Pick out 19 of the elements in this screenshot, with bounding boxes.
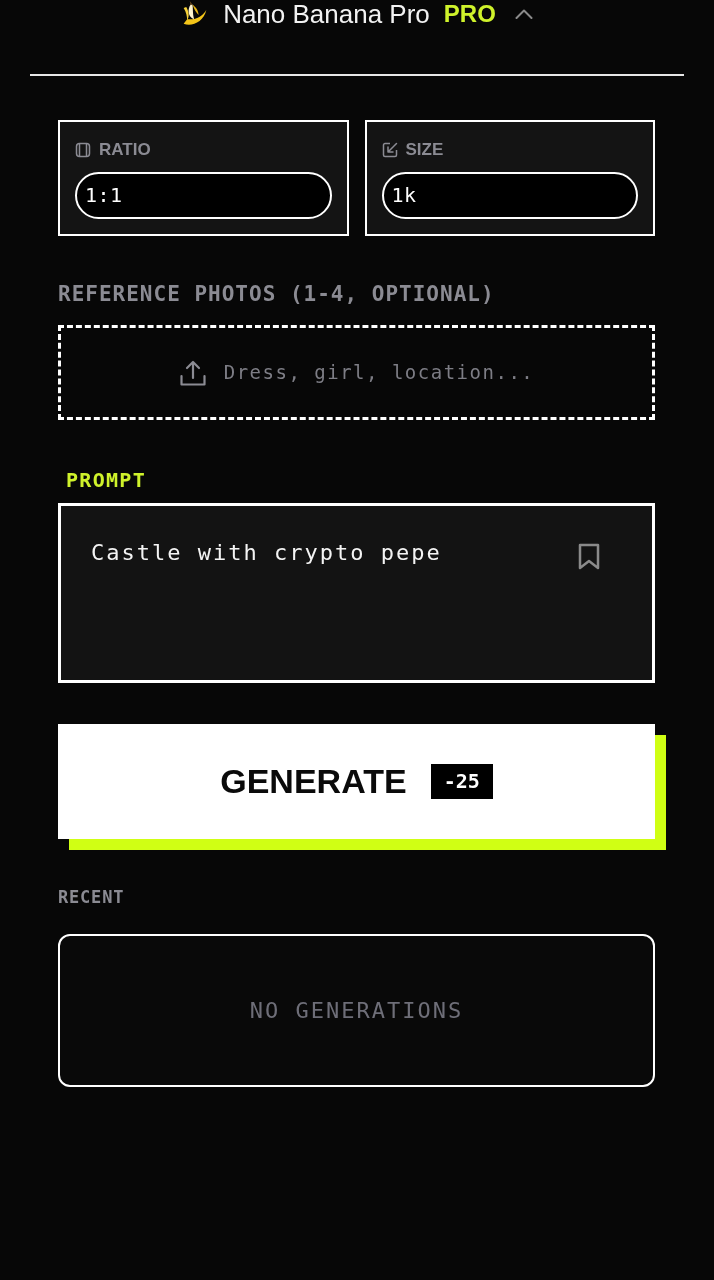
upload-dropzone[interactable]: Dress, girl, location... [58, 325, 655, 420]
arrow-square-icon [381, 142, 398, 158]
input-field[interactable]: 1k [381, 172, 638, 219]
bookmark-icon[interactable] [578, 543, 600, 570]
setting-label: RATIO [99, 140, 151, 160]
empty-state-text: NO GENERATIONS [249, 997, 464, 1025]
input-field[interactable]: 1:1 [75, 172, 332, 219]
section-label: REFERENCE PHOTOS (1-4, OPTIONAL) [58, 282, 496, 306]
prompt-field[interactable]: Castle with crypto pepe [58, 503, 655, 683]
setting-label: SIZE [405, 140, 444, 160]
app-title: Nano Banana Pro [223, 0, 430, 28]
chevron-up-icon[interactable] [514, 9, 533, 19]
plan-label: PRO [443, 0, 496, 28]
prompt-label: PROMPT [65, 468, 148, 492]
generate-button[interactable]: GENERATE -25 [58, 724, 666, 850]
frame-icon [75, 142, 91, 158]
section-label: RECENT [58, 887, 126, 907]
upload-icon [178, 358, 207, 387]
cost-badge: -25 [430, 764, 493, 799]
